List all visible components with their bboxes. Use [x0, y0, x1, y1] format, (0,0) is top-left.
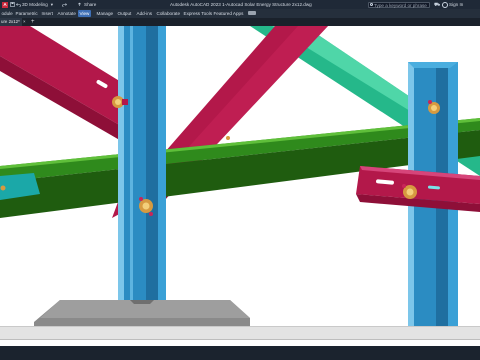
new-tab-button[interactable]: + [31, 18, 35, 26]
autocad-logo-icon[interactable]: A [2, 1, 8, 8]
status-bar [0, 346, 480, 360]
tab-featured-apps[interactable]: Featured Apps [212, 10, 245, 17]
tab-collaborate[interactable]: Collaborate [155, 10, 182, 17]
tab-manage[interactable]: Manage [95, 10, 115, 17]
save-icon[interactable] [10, 1, 15, 7]
ribbon-minimize-toggle[interactable] [248, 11, 256, 15]
search-placeholder: Type a keyword or phrase [374, 2, 427, 8]
tab-output[interactable]: Output [116, 10, 133, 17]
workspace-switcher[interactable]: 3D Modeling ▾ [22, 2, 53, 8]
share-button[interactable]: Share [84, 2, 96, 7]
share-icon[interactable] [77, 2, 82, 7]
blue-post-left [118, 26, 166, 306]
title-bar: A 3D Modeling ▾ Share Autodesk AutoCAD 20… [0, 0, 480, 9]
chevron-down-icon: ▾ [50, 2, 54, 7]
tab-view[interactable]: View [78, 10, 91, 17]
search-icon [370, 3, 373, 7]
ground-plane [0, 326, 480, 346]
sign-in-button[interactable]: Sign In [449, 2, 463, 7]
3d-model-scene[interactable] [0, 26, 480, 346]
workspace-label: 3D Modeling [22, 2, 48, 7]
concrete-footing [34, 300, 250, 326]
search-input[interactable]: Type a keyword or phrase [368, 1, 430, 8]
redo-icon[interactable] [62, 2, 67, 7]
tab-annotate[interactable]: Annotate [56, 10, 77, 17]
file-tab-active[interactable]: ure 2x12* [0, 18, 22, 26]
drawing-viewport[interactable] [0, 26, 480, 346]
tab-insert[interactable]: Insert [40, 10, 55, 17]
tab-add-ins[interactable]: Add-ins [135, 10, 154, 17]
tab-express-tools[interactable]: Express Tools [182, 10, 214, 17]
cart-icon[interactable]: ⛟ [434, 2, 440, 8]
ribbon-tab-bar: odule Parametric Insert Annotate View Ma… [0, 9, 480, 18]
tab-parametric[interactable]: Parametric [14, 10, 39, 17]
window-title: Autodesk AutoCAD 2023 1-Autocad Solar En… [170, 2, 312, 7]
close-icon[interactable]: × [23, 18, 26, 26]
bolt-5 [226, 136, 230, 140]
undo-icon[interactable] [16, 2, 21, 7]
file-tab-bar: ure 2x12* × + [0, 18, 480, 26]
tab-module[interactable]: odule [0, 10, 14, 17]
user-icon[interactable] [442, 1, 448, 8]
